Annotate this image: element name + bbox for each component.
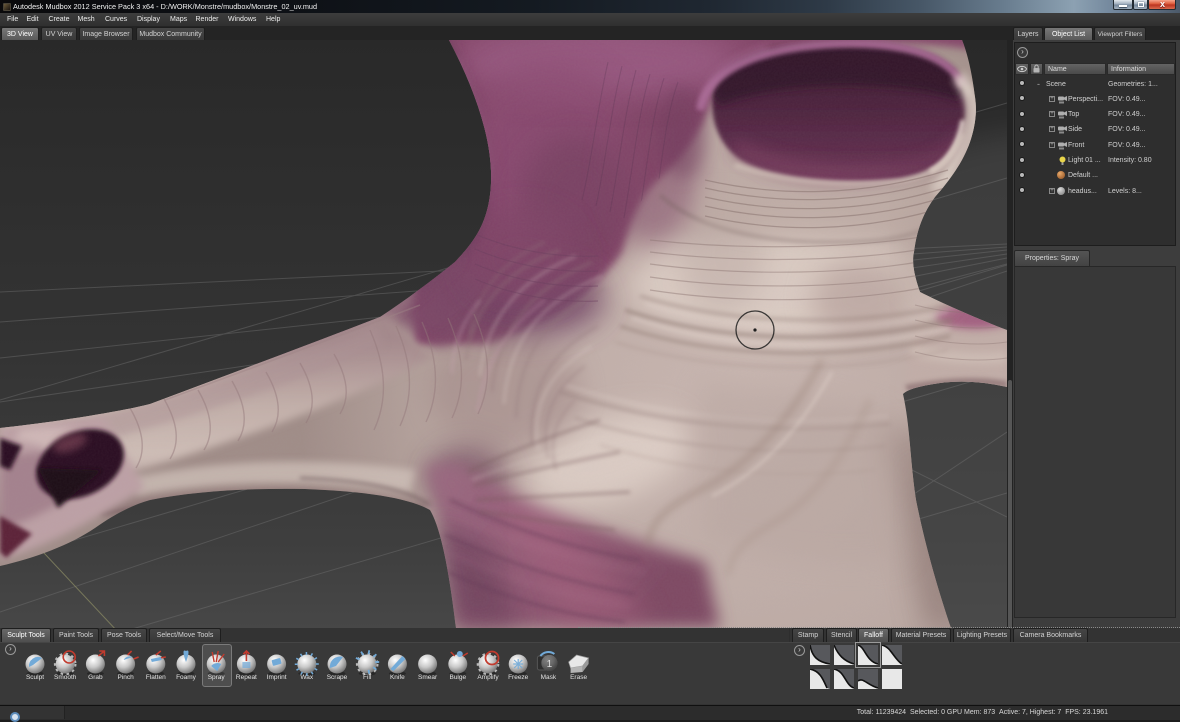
svg-text:1: 1 <box>547 659 553 670</box>
